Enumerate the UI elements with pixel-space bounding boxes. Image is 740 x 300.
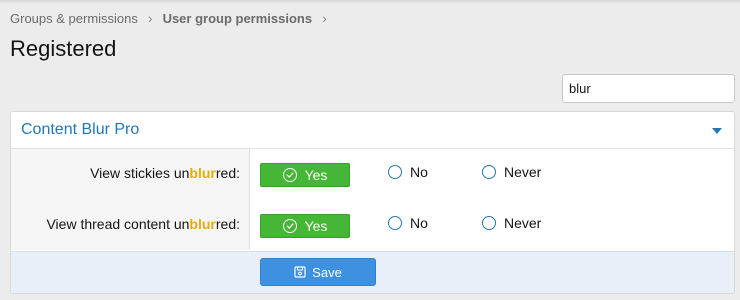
- breadcrumb-user-group-permissions[interactable]: User group permissions: [163, 11, 313, 26]
- chevron-right-icon: ›: [147, 10, 153, 26]
- page-title: Registered: [10, 36, 117, 61]
- option-yes[interactable]: Yes: [260, 163, 350, 187]
- radio-circle-icon: [388, 216, 402, 230]
- save-icon: [294, 266, 306, 278]
- option-never[interactable]: Never: [482, 215, 541, 231]
- chevron-right-icon: ›: [322, 10, 327, 26]
- option-never-label: Never: [504, 215, 542, 231]
- radio-circle-icon: [388, 165, 402, 179]
- option-never-label: Never: [504, 164, 542, 180]
- top-shadow: [0, 0, 740, 4]
- check-circle-icon: [282, 219, 297, 233]
- option-yes[interactable]: Yes: [260, 214, 350, 238]
- radio-circle-icon: [482, 165, 496, 179]
- permission-rows: View stickies unblurred: Yes No Never Vi…: [11, 149, 734, 250]
- permission-row-view-thread-content: View thread content unblurred: Yes No Ne…: [11, 200, 734, 250]
- block-header-content-blur-pro[interactable]: Content Blur Pro: [11, 112, 734, 149]
- option-no[interactable]: No: [388, 215, 428, 231]
- save-button-label: Save: [312, 264, 342, 280]
- option-yes-label: Yes: [304, 167, 328, 183]
- permission-label: View stickies unblurred:: [90, 165, 240, 181]
- caret-down-icon: [712, 128, 722, 134]
- option-yes-label: Yes: [304, 218, 328, 234]
- radio-circle-icon: [482, 216, 496, 230]
- option-no-label: No: [410, 164, 428, 180]
- search-input[interactable]: [562, 74, 735, 103]
- permission-label: View thread content unblurred:: [46, 216, 240, 232]
- search-highlight: blur: [189, 165, 216, 181]
- option-no[interactable]: No: [388, 164, 428, 180]
- block-title: Content Blur Pro: [21, 121, 140, 138]
- option-no-label: No: [410, 215, 428, 231]
- check-circle-icon: [282, 168, 297, 182]
- form-footer: Save: [11, 251, 734, 293]
- breadcrumb-groups-permissions[interactable]: Groups & permissions: [10, 11, 138, 26]
- option-never[interactable]: Never: [482, 164, 541, 180]
- search-highlight: blur: [189, 216, 216, 232]
- breadcrumb: Groups & permissions › User group permis…: [10, 10, 337, 26]
- permission-row-view-stickies: View stickies unblurred: Yes No Never: [11, 149, 734, 199]
- permissions-block: Content Blur Pro View stickies unblurred…: [10, 111, 735, 294]
- save-button[interactable]: Save: [260, 258, 376, 286]
